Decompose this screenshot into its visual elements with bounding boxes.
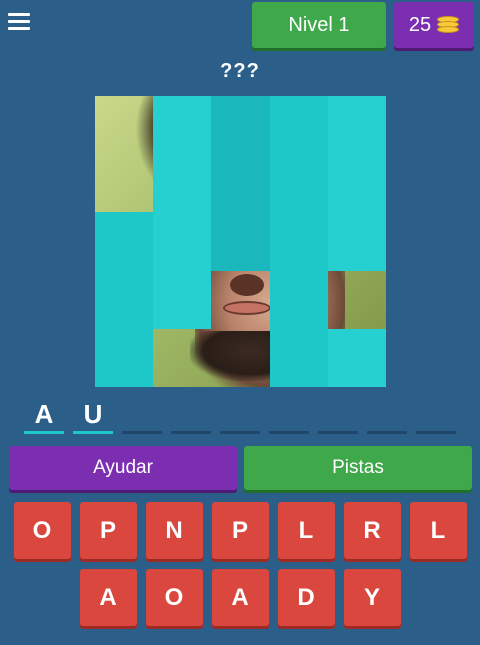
answer-slot[interactable] <box>269 400 309 434</box>
covered-tile <box>95 328 154 387</box>
answer-slot[interactable] <box>416 400 456 434</box>
letter-key[interactable]: R <box>343 502 401 559</box>
letter-key[interactable]: P <box>79 502 137 559</box>
puzzle-image <box>95 96 386 387</box>
revealed-tile <box>153 329 211 387</box>
covered-tile <box>153 96 212 155</box>
menu-icon-line <box>8 20 30 23</box>
covered-tile <box>95 212 154 271</box>
revealed-tile <box>95 154 153 212</box>
letter-keyboard: OPNPLRL AOADY <box>0 502 480 636</box>
covered-tile <box>269 154 328 213</box>
covered-tile <box>153 270 212 329</box>
answer-slot[interactable] <box>220 400 260 434</box>
covered-tile <box>327 96 386 155</box>
covered-tile <box>269 212 328 271</box>
covered-tile <box>327 154 386 213</box>
answer-slots: AU <box>24 400 464 436</box>
menu-icon[interactable] <box>6 10 32 34</box>
menu-icon-line <box>8 27 30 30</box>
letter-key[interactable]: A <box>79 569 137 626</box>
letter-key[interactable]: P <box>211 502 269 559</box>
revealed-tile <box>328 271 386 329</box>
covered-tile <box>153 154 212 213</box>
puzzle-tile-grid <box>95 96 386 387</box>
answer-slot[interactable] <box>171 400 211 434</box>
level-label: Nivel 1 <box>288 13 350 36</box>
letter-key[interactable]: N <box>145 502 203 559</box>
hints-label: Pistas <box>332 457 384 478</box>
coins-button[interactable]: 25 <box>394 2 474 48</box>
answer-slot[interactable] <box>122 400 162 434</box>
revealed-tile <box>95 96 153 154</box>
covered-tile <box>327 328 386 387</box>
menu-icon-line <box>8 13 30 16</box>
level-button[interactable]: Nivel 1 <box>252 2 386 48</box>
revealed-tile <box>211 329 269 387</box>
answer-slot[interactable]: A <box>24 400 64 434</box>
letter-key[interactable]: O <box>145 569 203 626</box>
help-label: Ayudar <box>93 457 153 478</box>
letter-key[interactable]: D <box>277 569 335 626</box>
covered-tile <box>211 154 270 213</box>
hints-button[interactable]: Pistas <box>244 446 472 490</box>
question-text: ??? <box>220 60 260 82</box>
covered-tile <box>211 212 270 271</box>
coin-count: 25 <box>408 13 432 36</box>
coin-stack-icon <box>437 16 460 34</box>
keyboard-row-1: OPNPLRL <box>0 502 480 559</box>
letter-key[interactable]: A <box>211 569 269 626</box>
covered-tile <box>211 96 270 155</box>
letter-key[interactable]: L <box>409 502 467 559</box>
covered-tile <box>95 270 154 329</box>
answer-slot[interactable] <box>318 400 358 434</box>
covered-tile <box>153 212 212 271</box>
covered-tile <box>327 212 386 271</box>
answer-slot[interactable]: U <box>73 400 113 434</box>
letter-key[interactable]: O <box>13 502 71 559</box>
covered-tile <box>269 270 328 329</box>
covered-tile <box>269 96 328 155</box>
covered-tile <box>269 328 328 387</box>
revealed-tile <box>211 271 269 329</box>
letter-key[interactable]: Y <box>343 569 401 626</box>
help-button[interactable]: Ayudar <box>9 446 237 490</box>
answer-slot[interactable] <box>367 400 407 434</box>
letter-key[interactable]: L <box>277 502 335 559</box>
keyboard-row-2: AOADY <box>0 569 480 626</box>
